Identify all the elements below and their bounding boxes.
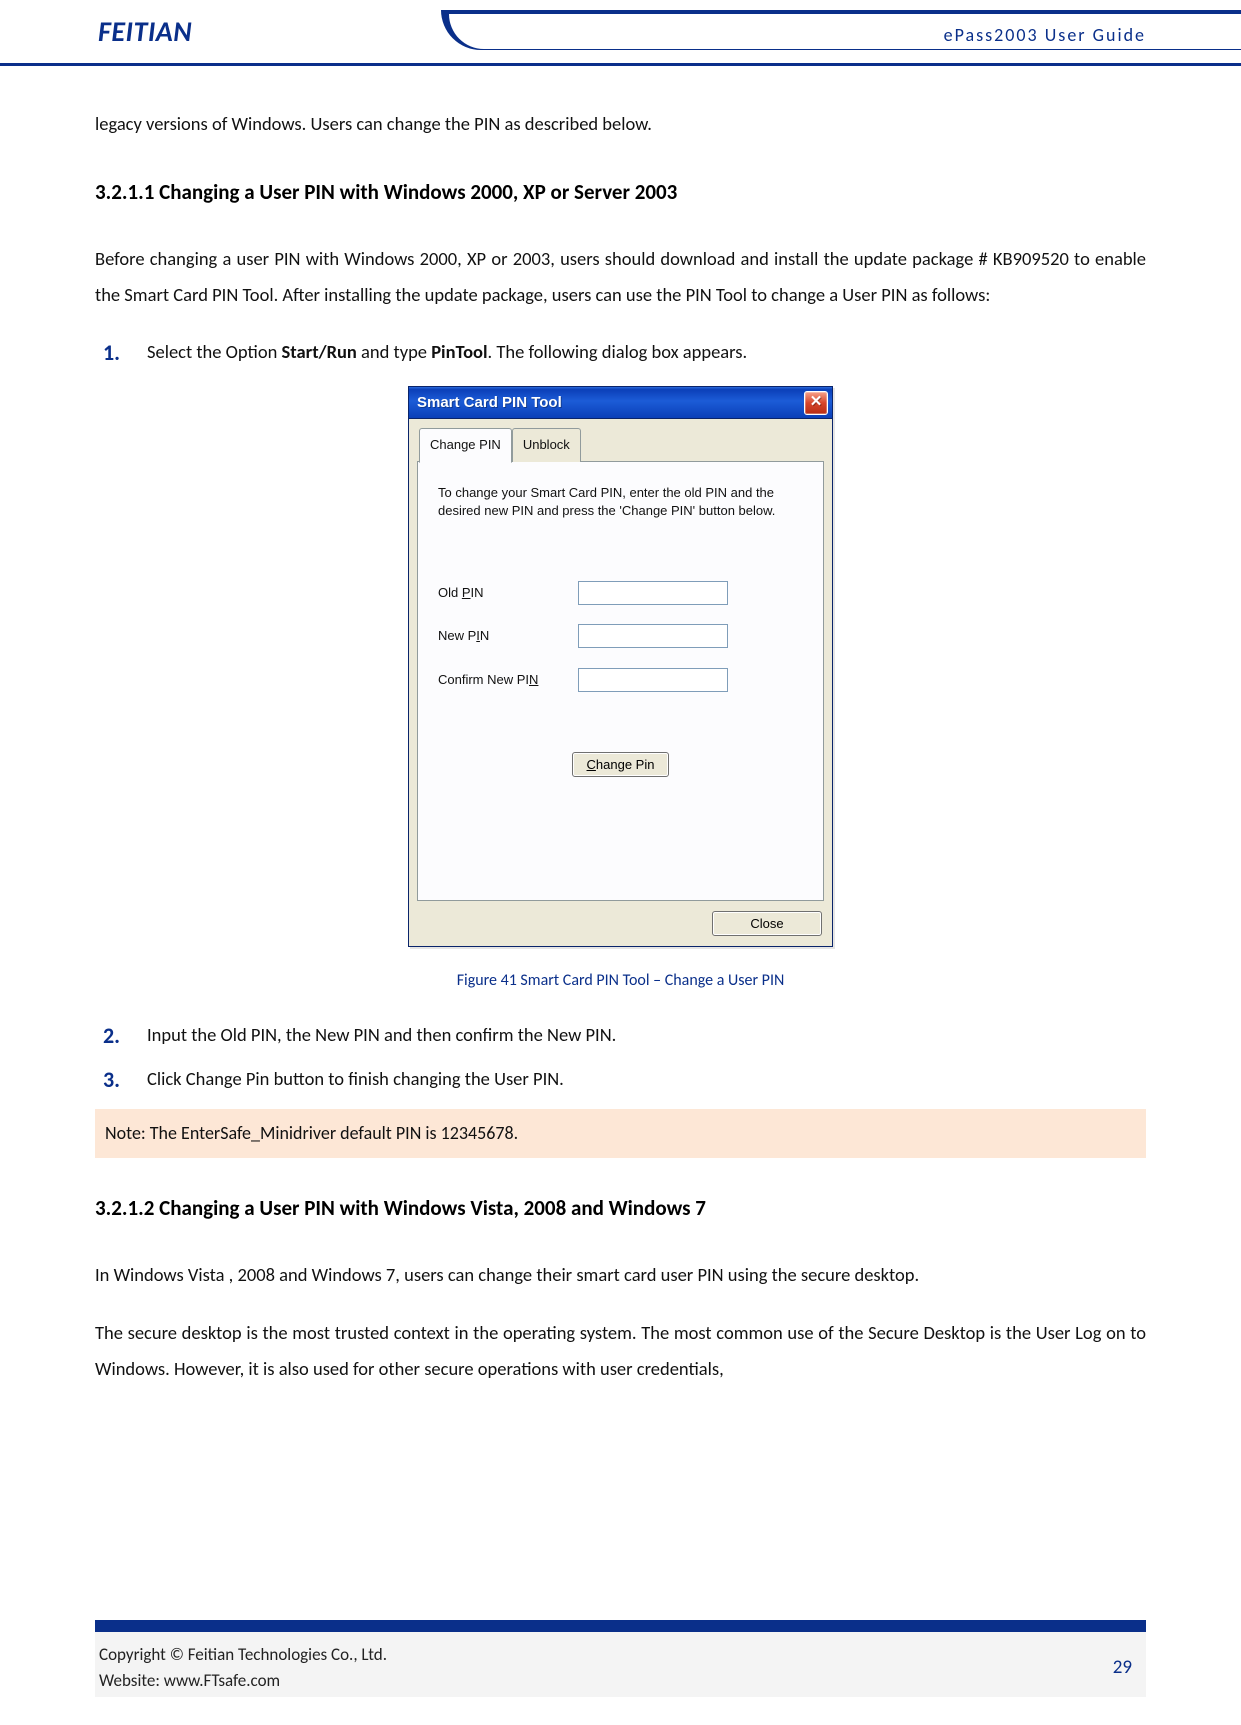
logo-feitian: FEITIAN <box>98 14 192 49</box>
dialog-tabs: Change PIN Unblock <box>417 428 824 461</box>
dialog-instructions: To change your Smart Card PIN, enter the… <box>438 484 803 520</box>
close-icon[interactable]: ✕ <box>804 391 828 415</box>
label-new-pin: New PIN <box>438 623 578 648</box>
old-pin-input[interactable] <box>578 581 728 605</box>
section-2-p2: The secure desktop is the most trusted c… <box>95 1315 1146 1387</box>
section-3-2-1-2-heading: 3.2.1.2 Changing a User PIN with Windows… <box>95 1188 1146 1229</box>
note-default-pin: Note: The EnterSafe_Minidriver default P… <box>95 1109 1146 1158</box>
figure-41: Smart Card PIN Tool ✕ Change PIN Unblock… <box>95 386 1146 947</box>
step-3: 3. Click Change Pin button to finish cha… <box>135 1062 1146 1095</box>
section-3-2-1-1-heading: 3.2.1.1 Changing a User PIN with Windows… <box>95 172 1146 213</box>
new-pin-input[interactable] <box>578 624 728 648</box>
step-2: 2. Input the Old PIN, the New PIN and th… <box>135 1018 1146 1051</box>
page-header: FEITIAN ePass2003 User Guide <box>0 10 1241 66</box>
label-old-pin: Old PIN <box>438 580 578 605</box>
section-2-p1: In Windows Vista , 2008 and Windows 7, u… <box>95 1257 1146 1293</box>
close-button[interactable]: Close <box>712 911 822 936</box>
page-number: 29 <box>1113 1656 1142 1679</box>
confirm-pin-input[interactable] <box>578 668 728 692</box>
footer-website: Website: www.FTsafe.com <box>99 1668 387 1694</box>
dialog-titlebar[interactable]: Smart Card PIN Tool ✕ <box>409 387 832 419</box>
steps-list-2: 2. Input the Old PIN, the New PIN and th… <box>95 1018 1146 1095</box>
lead-paragraph: legacy versions of Windows. Users can ch… <box>95 106 1146 142</box>
figure-caption: Figure 41 Smart Card PIN Tool – Change a… <box>95 965 1146 996</box>
footer-copyright: Copyright © Feitian Technologies Co., Lt… <box>99 1642 387 1668</box>
tab-unblock[interactable]: Unblock <box>512 428 581 461</box>
page-footer: Copyright © Feitian Technologies Co., Lt… <box>0 1620 1241 1697</box>
change-pin-button[interactable]: Change Pin <box>572 752 670 777</box>
doc-title: ePass2003 User Guide <box>944 24 1146 46</box>
tab-change-pin[interactable]: Change PIN <box>419 428 512 462</box>
smart-card-pin-tool-dialog: Smart Card PIN Tool ✕ Change PIN Unblock… <box>408 386 833 947</box>
tab-panel-change-pin: To change your Smart Card PIN, enter the… <box>417 461 824 901</box>
page-content: legacy versions of Windows. Users can ch… <box>0 66 1241 1387</box>
steps-list-1: 1. Select the Option Start/Run and type … <box>95 335 1146 368</box>
dialog-title: Smart Card PIN Tool <box>417 388 562 417</box>
label-confirm-pin: Confirm New PIN <box>438 667 578 692</box>
section-1-paragraph: Before changing a user PIN with Windows … <box>95 241 1146 313</box>
step-1: 1. Select the Option Start/Run and type … <box>135 335 1146 368</box>
